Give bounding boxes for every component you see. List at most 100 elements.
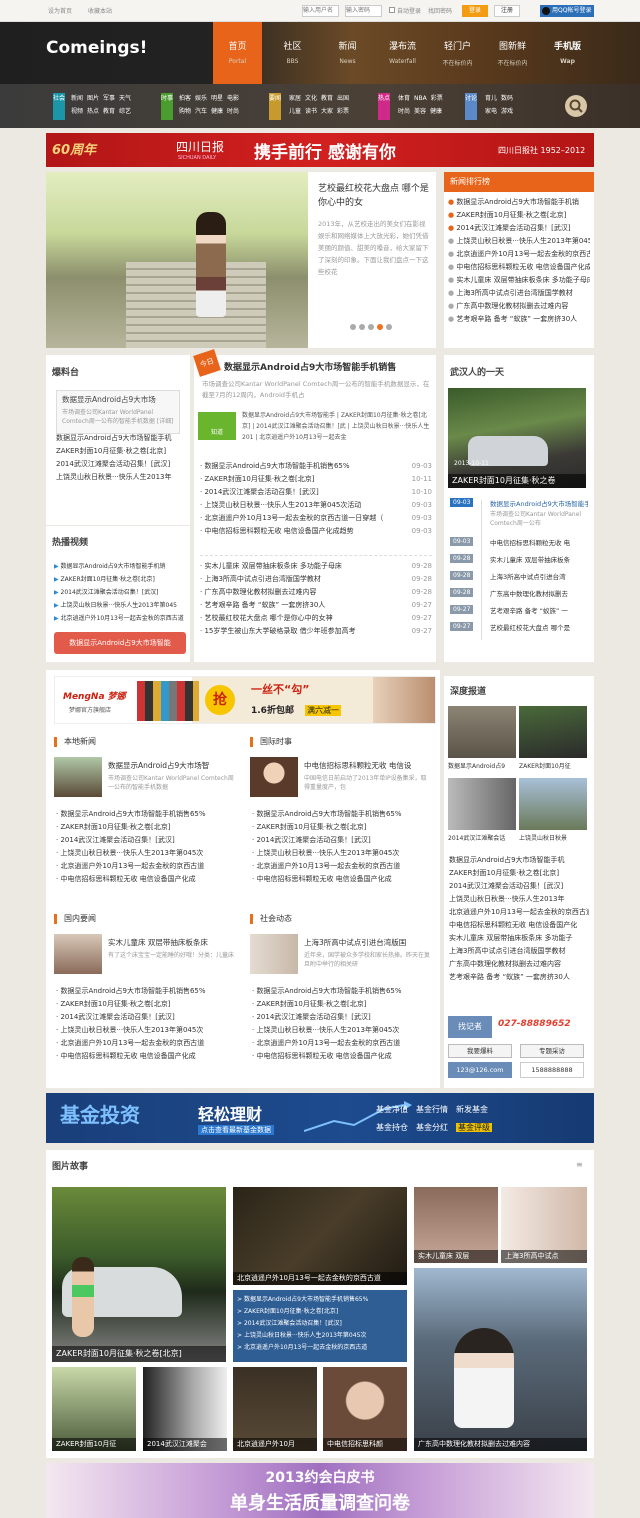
list-item[interactable]: · 北京逍遥户外10月13号一起去金秋的京西古道	[56, 860, 236, 873]
list-item[interactable]: 实木儿童床 双层带抽床板条床 多功能子	[449, 932, 589, 945]
cat-key-news[interactable]: 要闻	[269, 93, 281, 120]
deep-thumb-3-caption[interactable]: 2014武汉江滩聚会话	[448, 833, 516, 842]
section-local-lead-title[interactable]: 数据显示Android占9大市场智	[108, 760, 236, 771]
deep-thumb-2[interactable]	[519, 706, 587, 758]
slide-dot-3[interactable]	[368, 324, 374, 330]
list-item[interactable]: · 上饶灵山秋日秋景···快乐人生2013年第045次	[56, 1024, 236, 1037]
search-button[interactable]	[565, 95, 587, 117]
timeline-item[interactable]: 09-28 实木儿童床 双层带抽床板条	[450, 552, 590, 569]
ranking-item[interactable]: ● 上海3所高中试点引进台湾版国学教材	[448, 287, 590, 300]
cat-current[interactable]: 时事	[161, 93, 173, 120]
ranking-item[interactable]: ● 实木儿童床 双层带抽床板条床 多功能子母床	[448, 274, 590, 287]
news-row[interactable]: 09-27 · 艺校最红校花大盘点 哪个是你心中的女神	[200, 612, 432, 625]
username-input[interactable]	[302, 5, 339, 17]
password-input[interactable]	[345, 5, 382, 17]
list-item[interactable]: · 中电信招标思科颗粒无收 电信设备国产化成	[252, 873, 432, 886]
news-row[interactable]: 09-03 · 北京逍遥户外10月13号一起去金秋的京西古道一日穿越（	[200, 512, 432, 525]
photo-8[interactable]: 中电信招标思科颜	[323, 1367, 407, 1451]
ranking-item[interactable]: ● 广东高中数理化教材拟删去过难内容	[448, 300, 590, 313]
reporter-email[interactable]: 123@126.com	[448, 1062, 512, 1078]
photo-4[interactable]: 上海3所高中试点	[501, 1187, 587, 1263]
today-mini-links[interactable]: 数据显示Android占9大市场智能手 | ZAKER封面10月征集·秋之卷[北…	[242, 410, 434, 444]
section-world-lead-title[interactable]: 中电信招标思科颗粒无收 电信设	[304, 760, 432, 771]
feature-image[interactable]	[46, 172, 308, 348]
cat-discuss[interactable]: 讨论	[465, 93, 477, 120]
news-row[interactable]: 10-10 · 2014武汉江滩聚会活动召集！[武汉]	[200, 486, 432, 499]
fund-banner[interactable]: 基金投资 轻松理财 点击查看最新基金数据 基金净值 基金行情 新发基金 基金持仓 基金…	[46, 1093, 594, 1143]
section-society-image[interactable]	[250, 934, 298, 974]
nav-tab-mobile[interactable]: 手机版 Wap	[543, 22, 592, 84]
mengna-ad[interactable]: MengNa 梦娜 梦娜官方旗舰店 抢 一丝不“勾” 1.6折包邮 满六减一	[54, 676, 436, 724]
list-item[interactable]: > ZAKER封面10月征集·秋之卷[北京]	[237, 1306, 403, 1318]
nav-tab-news[interactable]: 新闻 News	[323, 22, 372, 84]
report-tip-button[interactable]: 我要爆料	[448, 1044, 512, 1058]
list-item[interactable]: 北京逍遥户外10月13号一起去金秋的京西古道	[449, 906, 589, 919]
hot-video-button[interactable]: 数据显示Android占9大市场智能	[54, 632, 186, 654]
list-item[interactable]: 上海3所高中试点引进台湾版国学教材	[449, 945, 589, 958]
section-domestic-lead-title[interactable]: 实木儿童床 双层带抽床板条床	[108, 937, 236, 948]
list-item[interactable]: · 2014武汉江滩聚会活动召集！[武汉]	[56, 1011, 236, 1024]
cat-discuss-links[interactable]: 育儿 数码 家电 游戏	[485, 92, 535, 118]
list-item[interactable]: · 北京逍遥户外10月13号一起去金秋的京西古道	[252, 1037, 432, 1050]
logo[interactable]: Comeings!	[46, 38, 147, 58]
nav-tab-portal[interactable]: 首页 Portal	[213, 22, 262, 84]
list-item[interactable]: · 北京逍遥户外10月13号一起去金秋的京西古道	[56, 1037, 236, 1050]
deep-thumb-3[interactable]	[448, 778, 516, 830]
list-item[interactable]: · 中电信招标思科颗粒无收 电信设备国产化成	[56, 873, 236, 886]
feature-title[interactable]: 艺校最红校花大盘点 哪个是你心中的女	[318, 182, 430, 210]
cat-social[interactable]: 社会	[53, 93, 65, 120]
timeline-item[interactable]: 09-27 艺考艰辛路 备考 “蚁族” 一	[450, 603, 590, 620]
ranking-item[interactable]: ● 2014武汉江滩聚会活动召集！[武汉]	[448, 222, 590, 235]
list-item[interactable]: · ZAKER封面10月征集·秋之卷[北京]	[56, 998, 236, 1011]
fund-link[interactable]: 基金分红	[416, 1123, 448, 1132]
wuhan-image[interactable]: 2013-10-11 ZAKER封面10月征集·秋之卷	[448, 388, 586, 488]
nav-tab-pictures[interactable]: 图新鲜 不在标价内	[488, 22, 537, 84]
timeline-item[interactable]: 09-03 中电信招标思科颗粒无收 电	[450, 535, 590, 552]
list-item[interactable]: 上饶灵山秋日秋景···快乐人生2013年	[56, 471, 186, 484]
fund-link[interactable]: 新发基金	[456, 1105, 488, 1114]
deep-thumb-1[interactable]	[448, 706, 516, 758]
forgot-password-link[interactable]: 找回密码	[428, 6, 452, 15]
cat-social-links[interactable]: 新闻 图片 军事 天气 视频 热点 教育 综艺	[71, 92, 151, 118]
ranking-item[interactable]: ● ZAKER封面10月征集·秋之卷[北京]	[448, 209, 590, 222]
list-item[interactable]: · 数据显示Android占9大市场智能手机销售65%	[252, 985, 432, 998]
nav-tab-light-portal[interactable]: 轻门户 不在标价内	[433, 22, 482, 84]
deep-thumb-2-caption[interactable]: ZAKER封面10月征	[519, 761, 587, 770]
list-item[interactable]: > 2014武汉江滩聚会活动召集！[武汉]	[237, 1318, 403, 1330]
list-item[interactable]: 数据显示Android占9大市场智能手机	[56, 432, 186, 445]
timeline-item[interactable]: 09-28 广东高中数理化教材拟删去	[450, 586, 590, 603]
list-item[interactable]: · 2014武汉江滩聚会活动召集！[武汉]	[56, 834, 236, 847]
zhidao-logo[interactable]: 知道	[198, 412, 236, 440]
list-item[interactable]: · ZAKER封面10月征集·秋之卷[北京]	[56, 821, 236, 834]
news-row[interactable]: 09-03 · 数据显示Android占9大市场智能手机销售65%	[200, 460, 432, 473]
list-item[interactable]: 上饶灵山秋日秋景···快乐人生2013年	[449, 893, 589, 906]
cat-hot-links[interactable]: 体育 NBA 彩票 时尚 美容 健康	[398, 92, 460, 118]
login-button[interactable]: 登录	[462, 5, 488, 17]
interview-button[interactable]: 专题采访	[520, 1044, 584, 1058]
list-item[interactable]: · 北京逍遥户外10月13号一起去金秋的京西古道	[252, 860, 432, 873]
news-row[interactable]: 09-27 · 15岁学生被山东大学破格录取 借少年班参加高考	[200, 625, 432, 638]
section-society-lead-title[interactable]: 上海3所高中试点引进台湾版国	[304, 937, 432, 948]
video-item[interactable]: ▶ 数据显示Android占9大市场智能手机销	[54, 560, 186, 573]
video-item[interactable]: ▶ ZAKER封面10月征集·秋之卷[北京]	[54, 573, 186, 586]
survey-banner[interactable]: 2013约会白皮书 单身生活质量调查问卷	[46, 1463, 594, 1518]
list-item[interactable]: · 2014武汉江滩聚会活动召集！[武汉]	[252, 1011, 432, 1024]
feature-slide-dots[interactable]	[350, 324, 392, 332]
list-item[interactable]: 数据显示Android占9大市场智能手机	[449, 854, 589, 867]
list-item[interactable]: · ZAKER封面10月征集·秋之卷[北京]	[252, 821, 432, 834]
fund-link[interactable]: 基金持仓	[376, 1123, 408, 1132]
list-item[interactable]: · 上饶灵山秋日秋景···快乐人生2013年第045次	[252, 847, 432, 860]
list-item[interactable]: 艺考艰辛路 备考 “蚁族” 一套房挤30人	[449, 971, 589, 984]
video-item[interactable]: ▶ 2014武汉江滩聚会活动召集！[武汉]	[54, 586, 186, 599]
more-icon[interactable]: ≡	[576, 1160, 583, 1169]
deep-thumb-1-caption[interactable]: 数据显示Android占9	[448, 761, 516, 770]
list-item[interactable]: · 数据显示Android占9大市场智能手机销售65%	[56, 985, 236, 998]
set-home-link[interactable]: 设为首页	[48, 6, 72, 15]
photo-2[interactable]: 北京逍遥户外10月13号一起去金秋的京西古道	[233, 1187, 407, 1285]
timeline-item[interactable]: 09-03 数据显示Android占9大市场智能手机销售 市场调查公司Kanta…	[450, 498, 590, 535]
list-item[interactable]: · 数据显示Android占9大市场智能手机销售65%	[252, 808, 432, 821]
news-row[interactable]: 09-03 · 上饶灵山秋日秋景···快乐人生2013年第045次活动	[200, 499, 432, 512]
list-item[interactable]: > 数据显示Android占9大市场智能手机销售65%	[237, 1294, 403, 1306]
fund-link[interactable]: 基金评级	[456, 1123, 492, 1132]
slide-dot-1[interactable]	[350, 324, 356, 330]
